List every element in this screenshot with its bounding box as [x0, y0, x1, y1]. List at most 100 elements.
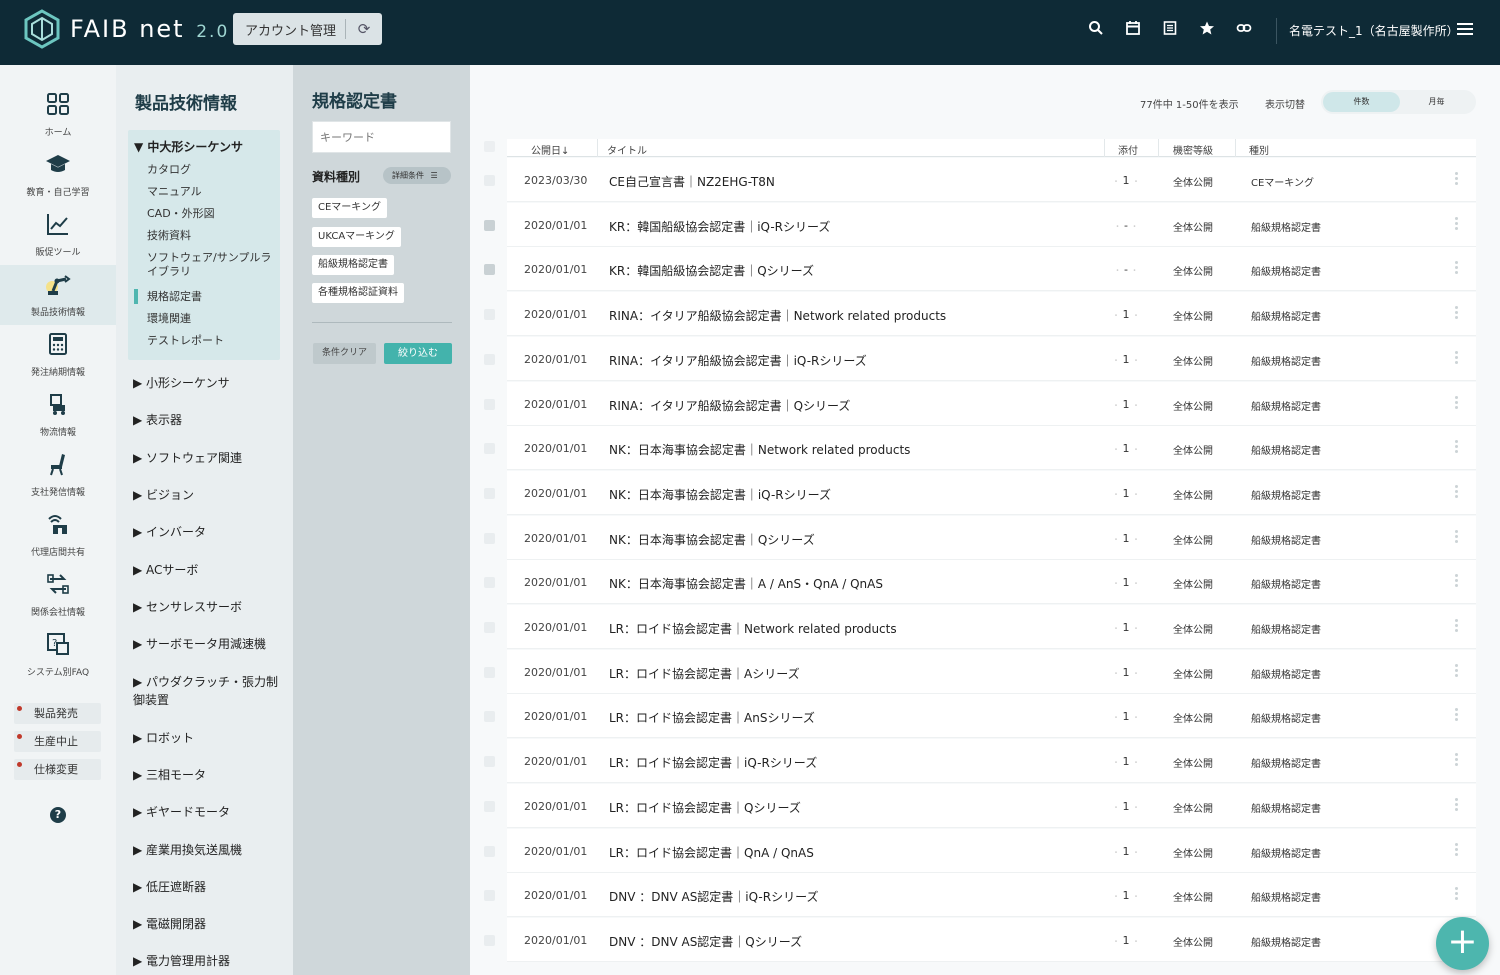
- table-row[interactable]: 2020/01/01 RINA：イタリア船級協会認定書｜Qシリーズ ・ 1 ・ 全体公…: [484, 381, 1476, 426]
- table-row[interactable]: 2020/01/01 LR：ロイド協会認定書｜iQ-Rシリーズ ・ 1 ・ 全体公開 船…: [484, 739, 1476, 784]
- more-options-icon[interactable]: [1455, 572, 1461, 589]
- col-attachment[interactable]: 添付: [1118, 142, 1138, 157]
- table-row[interactable]: 2023/03/30 CE自己宣言書｜NZ2EHG-T8N ・ 1 ・ 全体公開 CEマ…: [484, 158, 1476, 202]
- row-attachment[interactable]: ・ 1 ・: [1110, 666, 1142, 679]
- more-options-icon[interactable]: [1455, 885, 1461, 902]
- row-checkbox[interactable]: [484, 622, 495, 633]
- chip-ukca-marking[interactable]: UKCAマーキング: [312, 227, 401, 247]
- table-row[interactable]: 2020/01/01 RINA：イタリア船級協会認定書｜Network relat…: [484, 292, 1476, 337]
- row-checkbox[interactable]: [484, 756, 495, 768]
- row-checkbox[interactable]: [484, 845, 495, 857]
- row-title[interactable]: KR：韓国船級協会認定書｜iQ-Rシリーズ: [609, 218, 830, 235]
- row-title[interactable]: RINA：イタリア船級協会認定書｜Qシリーズ: [609, 397, 850, 414]
- link-icon[interactable]: [1232, 20, 1256, 44]
- group-mid-large-plc[interactable]: ▼ 中大形シーケンサ: [134, 138, 243, 155]
- sub-item-environment[interactable]: 環境関連: [147, 312, 275, 326]
- account-management-button[interactable]: アカウント管理 ⟳: [233, 13, 382, 45]
- row-attachment[interactable]: ・ - ・: [1110, 219, 1142, 232]
- add-button[interactable]: +: [1436, 917, 1489, 970]
- user-name[interactable]: 名電テスト_1（名古屋製作所）: [1289, 22, 1459, 39]
- row-title[interactable]: NK：日本海事協会認定書｜Qシリーズ: [609, 531, 815, 548]
- group-vision[interactable]: ▶ ビジョン: [133, 486, 283, 504]
- more-options-icon[interactable]: [1455, 483, 1461, 500]
- group-servo-reducer[interactable]: ▶ サーボモータ用減速機: [133, 635, 283, 653]
- star-icon[interactable]: [1195, 20, 1219, 44]
- more-options-icon[interactable]: [1455, 617, 1461, 634]
- row-checkbox[interactable]: [484, 175, 495, 186]
- table-row[interactable]: 2020/01/01 RINA：イタリア船級協会認定書｜iQ-Rシリーズ ・ 1 ・…: [484, 336, 1476, 381]
- more-options-icon[interactable]: [1455, 304, 1461, 321]
- chip-ship-class[interactable]: 船級規格認定書: [312, 255, 394, 275]
- row-checkbox[interactable]: [484, 353, 495, 365]
- table-row[interactable]: 2020/01/01 KR：韓国船級協会認定書｜iQ-Rシリーズ ・ - ・ 全体公開…: [484, 202, 1476, 247]
- sub-item-cad[interactable]: CAD・外形図: [147, 207, 275, 221]
- nav-product-tech[interactable]: 製品技術情報: [0, 265, 116, 325]
- row-attachment[interactable]: ・ 1 ・: [1110, 934, 1142, 947]
- table-row[interactable]: 2020/01/01 DNV ：DNV AS認定書｜Qシリーズ ・ 1 ・ 全体公開 船…: [484, 917, 1476, 962]
- sub-item-standard-certs[interactable]: 規格認定書: [134, 289, 275, 304]
- row-checkbox[interactable]: [484, 219, 495, 231]
- group-software[interactable]: ▶ ソフトウェア関連: [133, 449, 283, 467]
- sub-item-test-report[interactable]: テストレポート: [147, 334, 275, 348]
- nav-agency-share[interactable]: 代理店間共有: [0, 505, 116, 565]
- document-icon[interactable]: [1158, 20, 1182, 44]
- group-robot[interactable]: ▶ ロボット: [133, 729, 283, 747]
- more-options-icon[interactable]: [1455, 528, 1461, 545]
- nav-education[interactable]: 教育・自己学習: [0, 145, 116, 205]
- table-row[interactable]: 2020/01/01 DNV ：DNV AS認定書｜iQ-Rシリーズ ・ 1 ・ 全体…: [484, 873, 1476, 918]
- table-row[interactable]: 2020/01/01 LR：ロイド協会認定書｜Network related pr…: [484, 605, 1476, 649]
- search-icon[interactable]: [1084, 20, 1108, 44]
- sub-item-catalog[interactable]: カタログ: [147, 163, 275, 177]
- nav-sales-tools[interactable]: 販促ツール: [0, 205, 116, 265]
- calendar-icon[interactable]: [1121, 20, 1145, 44]
- row-title[interactable]: CE自己宣言書｜NZ2EHG-T8N: [609, 173, 775, 190]
- table-row[interactable]: 2020/01/01 LR：ロイド協会認定書｜Aシリーズ ・ 1 ・ 全体公開 船級規格…: [484, 649, 1476, 694]
- nav-branch-info[interactable]: 支社発信情報: [0, 445, 116, 505]
- nav-affiliates[interactable]: 関係会社情報: [0, 565, 116, 625]
- sub-item-tech-docs[interactable]: 技術資料: [147, 229, 275, 243]
- row-attachment[interactable]: ・ 1 ・: [1110, 889, 1142, 902]
- table-row[interactable]: 2020/01/01 NK：日本海事協会認定書｜A / AnS・QnA / QnA…: [484, 560, 1476, 605]
- nav-faq[interactable]: ? システム別FAQ: [0, 625, 116, 685]
- row-checkbox[interactable]: [484, 666, 495, 678]
- more-options-icon[interactable]: [1455, 349, 1461, 366]
- group-geared-motor[interactable]: ▶ ギヤードモータ: [133, 803, 283, 821]
- detail-conditions-button[interactable]: 詳細条件 ☰: [383, 167, 451, 184]
- row-attachment[interactable]: ・ 1 ・: [1110, 532, 1142, 545]
- nav-logistics[interactable]: 物流情報: [0, 385, 116, 445]
- row-title[interactable]: KR：韓国船級協会認定書｜Qシリーズ: [609, 262, 814, 279]
- tag-new-release[interactable]: 製品発売: [14, 703, 101, 724]
- nav-home[interactable]: ホーム: [0, 85, 116, 145]
- row-attachment[interactable]: ・ 1 ・: [1110, 353, 1142, 366]
- row-title[interactable]: LR：ロイド協会認定書｜Aシリーズ: [609, 665, 800, 682]
- nav-order-delivery[interactable]: 発注納期情報: [0, 325, 116, 385]
- row-attachment[interactable]: ・ 1 ・: [1110, 174, 1142, 187]
- col-kind[interactable]: 種別: [1249, 142, 1269, 157]
- logo[interactable]: FAIB net 2.0: [22, 9, 229, 49]
- more-options-icon[interactable]: [1455, 215, 1461, 232]
- tag-spec-change[interactable]: 仕様変更: [14, 759, 101, 780]
- table-row[interactable]: 2020/01/01 LR：ロイド協会認定書｜QnA / QnAS ・ 1 ・ 全体公…: [484, 828, 1476, 873]
- row-attachment[interactable]: ・ 1 ・: [1110, 576, 1142, 589]
- group-ac-servo[interactable]: ▶ ACサーボ: [133, 561, 283, 579]
- table-row[interactable]: 2020/01/01 LR：ロイド協会認定書｜AnSシリーズ ・ 1 ・ 全体公開 船級…: [484, 694, 1476, 739]
- row-attachment[interactable]: ・ 1 ・: [1110, 442, 1142, 455]
- table-row[interactable]: 2020/01/01 LR：ロイド協会認定書｜Qシリーズ ・ 1 ・ 全体公開 船級規格…: [484, 783, 1476, 828]
- more-options-icon[interactable]: [1455, 841, 1461, 858]
- sub-item-software-library[interactable]: ソフトウェア/サンプルライブラリ: [147, 251, 275, 279]
- row-checkbox[interactable]: [484, 711, 495, 723]
- row-attachment[interactable]: ・ 1 ・: [1110, 308, 1142, 321]
- row-checkbox[interactable]: [484, 487, 495, 499]
- row-title[interactable]: LR：ロイド協会認定書｜QnA / QnAS: [609, 844, 814, 861]
- more-options-icon[interactable]: [1455, 751, 1461, 768]
- col-confidentiality[interactable]: 機密等級: [1173, 142, 1213, 157]
- more-options-icon[interactable]: [1455, 662, 1461, 679]
- row-title[interactable]: LR：ロイド協会認定書｜Network related products: [609, 620, 897, 637]
- table-row[interactable]: 2020/01/01 NK：日本海事協会認定書｜iQ-Rシリーズ ・ 1 ・ 全体公開…: [484, 470, 1476, 515]
- row-title[interactable]: LR：ロイド協会認定書｜iQ-Rシリーズ: [609, 754, 817, 771]
- row-attachment[interactable]: ・ 1 ・: [1110, 845, 1142, 858]
- row-attachment[interactable]: ・ 1 ・: [1110, 398, 1142, 411]
- group-low-voltage-breaker[interactable]: ▶ 低圧遮断器: [133, 878, 283, 896]
- keyword-input[interactable]: [312, 121, 451, 153]
- select-all-checkbox[interactable]: [484, 141, 495, 152]
